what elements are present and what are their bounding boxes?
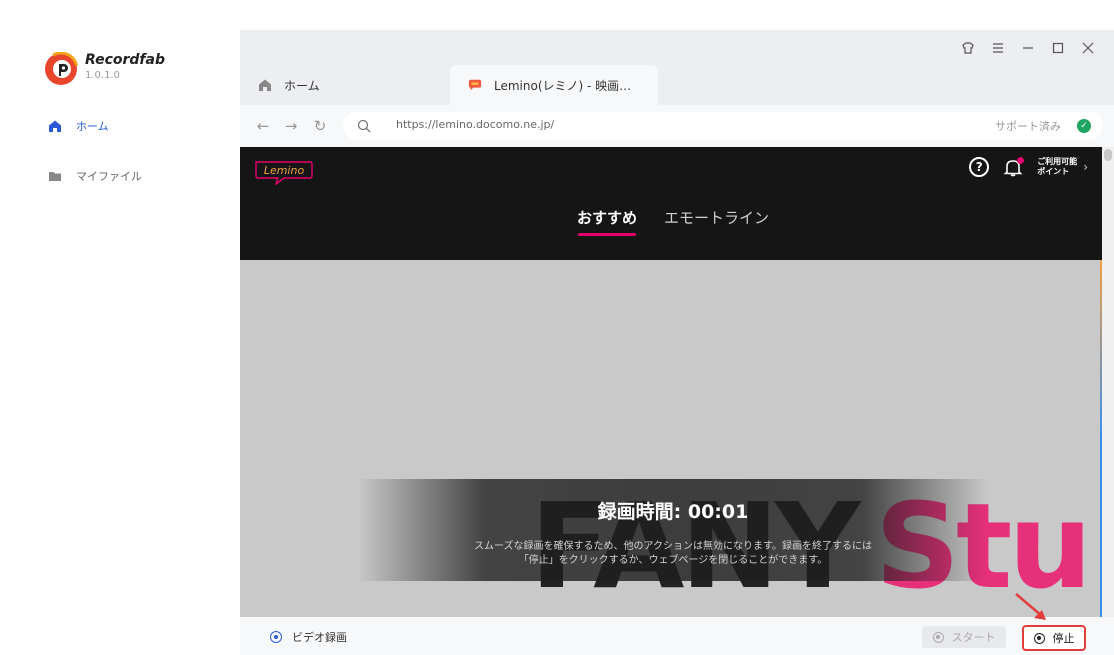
recording-overlay: 録画時間: 00:01 スムーズな録画を確保するため、他のアクションは無効になり… bbox=[358, 479, 988, 581]
menu-icon[interactable] bbox=[990, 40, 1006, 56]
stop-button[interactable]: 停止 bbox=[1022, 625, 1086, 651]
tab-home[interactable]: ホーム bbox=[258, 65, 320, 105]
scrollbar[interactable] bbox=[1102, 147, 1114, 617]
lemino-favicon-icon bbox=[468, 78, 482, 92]
help-icon[interactable]: ? bbox=[969, 157, 990, 177]
recordfab-logo-icon bbox=[44, 52, 78, 86]
app-window: Recordfab 1.0.1.0 ホーム マイファイル ホーム Lemino(… bbox=[0, 0, 1114, 655]
points-link[interactable]: ご利用可能 ポイント bbox=[1037, 157, 1077, 177]
mode-label: ビデオ録画 bbox=[292, 631, 347, 644]
brand-name: Recordfab bbox=[85, 52, 165, 68]
search-icon bbox=[357, 119, 371, 133]
points-label: ご利用可能 bbox=[1037, 157, 1078, 166]
recording-time: 録画時間: 00:01 bbox=[597, 501, 749, 523]
sidebar-item-label: マイファイル bbox=[76, 170, 142, 183]
reload-icon[interactable]: ↻ bbox=[311, 117, 329, 135]
red-arrow-annotation bbox=[1015, 593, 1046, 620]
tab-lemino[interactable]: Lemino(レミノ) - 映画… bbox=[450, 65, 658, 105]
url-text: https://lemino.docomo.ne.jp/ bbox=[396, 118, 555, 131]
url-field[interactable]: https://lemino.docomo.ne.jp/ サポート済み ✓ bbox=[343, 112, 1103, 140]
lemino-logo[interactable]: Lemino bbox=[254, 159, 314, 185]
support-status: サポート済み bbox=[995, 120, 1061, 133]
browser-panel: ホーム Lemino(レミノ) - 映画… ← → ↻ https://lemi… bbox=[240, 30, 1114, 655]
video-recording-mode[interactable]: ビデオ録画 bbox=[270, 629, 347, 645]
start-label: スタート bbox=[951, 631, 996, 644]
stop-label: 停止 bbox=[1052, 632, 1075, 645]
home-icon bbox=[48, 119, 62, 133]
recording-note: スムーズな録画を確保するため、他のアクションは無効になります。録画を終了するには bbox=[474, 541, 872, 552]
stop-record-icon bbox=[1033, 632, 1045, 644]
address-bar: ← → ↻ https://lemino.docomo.ne.jp/ サポート済… bbox=[240, 105, 1114, 147]
tab-label: ホーム bbox=[284, 78, 320, 93]
lemino-logo-text: Lemino bbox=[264, 164, 305, 177]
record-icon bbox=[932, 631, 944, 643]
web-content: FANY Stu Lemino ? ご利用可能 ポイント bbox=[240, 147, 1114, 617]
site-header-icons: ? ご利用可能 ポイント › bbox=[969, 157, 1088, 177]
minimize-icon[interactable] bbox=[1020, 40, 1036, 56]
forward-icon[interactable]: → bbox=[282, 117, 300, 135]
site-header: Lemino ? ご利用可能 ポイント › おすすめ エモートライン bbox=[240, 147, 1102, 260]
back-icon[interactable]: ← bbox=[254, 117, 272, 135]
start-button[interactable]: スタート bbox=[922, 626, 1006, 648]
close-icon[interactable] bbox=[1080, 40, 1096, 56]
site-tab-emote-line[interactable]: エモートライン bbox=[664, 207, 769, 228]
sidebar-item-home[interactable]: ホーム bbox=[48, 116, 109, 136]
sidebar-item-my-files[interactable]: マイファイル bbox=[48, 166, 142, 186]
tab-label: Lemino(レミノ) - 映画… bbox=[494, 78, 632, 93]
home-icon bbox=[258, 78, 272, 92]
record-mode-icon bbox=[270, 631, 282, 643]
folder-icon bbox=[48, 169, 62, 183]
maximize-icon[interactable] bbox=[1050, 40, 1066, 56]
brand-version: 1.0.1.0 bbox=[85, 70, 120, 81]
sidebar-item-label: ホーム bbox=[76, 120, 109, 133]
bell-icon[interactable] bbox=[1003, 157, 1025, 177]
points-label: ポイント bbox=[1037, 167, 1070, 176]
sidebar: Recordfab 1.0.1.0 ホーム マイファイル bbox=[0, 0, 240, 655]
check-circle-icon: ✓ bbox=[1077, 119, 1091, 133]
skin-icon[interactable] bbox=[960, 40, 976, 56]
window-controls bbox=[960, 40, 1096, 56]
bottom-bar: ビデオ録画 スタート 停止 bbox=[240, 617, 1114, 655]
active-tab-underline bbox=[578, 233, 636, 236]
recording-note: 「停止」をクリックするか、ウェブページを閉じることができます。 bbox=[518, 555, 828, 566]
scrollbar-thumb[interactable] bbox=[1104, 149, 1112, 161]
chevron-right-icon[interactable]: › bbox=[1083, 160, 1088, 174]
site-tab-recommended[interactable]: おすすめ bbox=[577, 207, 637, 228]
